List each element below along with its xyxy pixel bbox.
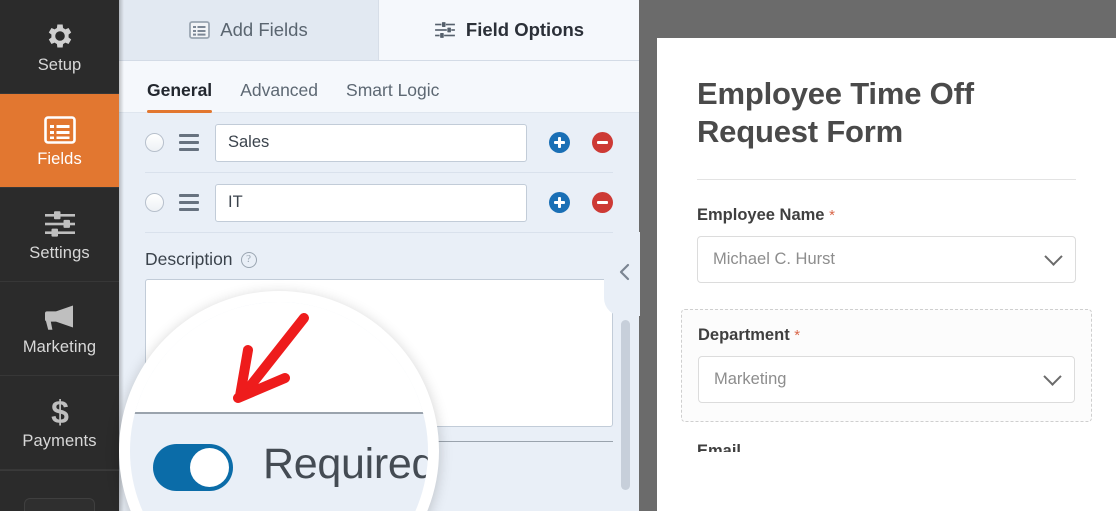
field-label: Department *	[698, 326, 1075, 345]
description-label: Description	[145, 249, 233, 269]
magnified-required-toggle[interactable]	[153, 444, 233, 491]
magnified-required-label: Required	[263, 440, 436, 488]
chevron-down-icon	[1044, 247, 1063, 267]
field-label: Employee Name *	[697, 206, 1076, 225]
magnified-description-box	[130, 302, 428, 414]
choice-row	[145, 113, 613, 173]
subtab-smart-logic[interactable]: Smart Logic	[346, 80, 439, 112]
sidebar-footer-button[interactable]	[24, 498, 95, 511]
subtab-general[interactable]: General	[147, 80, 213, 113]
magnifier-loupe: Required	[119, 291, 439, 511]
drag-handle-icon[interactable]	[179, 194, 199, 211]
required-star: *	[829, 207, 835, 225]
sidebar-item-settings[interactable]: Settings	[0, 188, 119, 282]
preview-field-employee-name: Employee Name * Michael C. Hurst	[697, 206, 1076, 284]
magnifier-content: Required	[130, 302, 428, 511]
subtab-advanced[interactable]: Advanced	[240, 80, 318, 112]
form-preview-card: Employee Time Off Request Form Employee …	[657, 38, 1116, 511]
gear-icon	[44, 19, 76, 53]
sidebar-item-label: Payments	[22, 432, 97, 451]
add-choice-button[interactable]	[549, 132, 570, 153]
sidebar-item-payments[interactable]: $ Payments	[0, 376, 119, 470]
dropdown-value: Michael C. Hurst	[713, 250, 835, 269]
tab-field-options[interactable]: Field Options	[379, 0, 639, 60]
sidebar-item-label: Setup	[37, 56, 82, 75]
sidebar-item-label: Marketing	[22, 338, 97, 357]
department-dropdown[interactable]: Marketing	[698, 356, 1075, 404]
sub-tab-bar: General Advanced Smart Logic	[119, 61, 639, 113]
sliders-icon	[43, 207, 77, 241]
field-label-text: Employee Name	[697, 206, 825, 225]
main-sidebar: Setup Fields Settings Marketing $ Paymen…	[0, 0, 124, 511]
toggle-knob	[190, 448, 229, 487]
choice-row	[145, 173, 613, 233]
sidebar-item-label: Settings	[29, 244, 90, 263]
question-mark-icon[interactable]: ?	[240, 251, 257, 268]
screenshot-root: Setup Fields Settings Marketing $ Paymen…	[0, 0, 1116, 511]
drag-handle-icon[interactable]	[179, 134, 199, 151]
add-choice-button[interactable]	[549, 192, 570, 213]
sidebar-item-marketing[interactable]: Marketing	[0, 282, 119, 376]
preview-next-field-partial: Email	[697, 442, 742, 453]
preview-field-department[interactable]: Department * Marketing	[681, 309, 1092, 423]
sidebar-footer-partial	[0, 470, 119, 511]
sliders-icon	[434, 21, 456, 39]
tab-label: Field Options	[465, 19, 585, 40]
chevron-down-icon	[1043, 367, 1062, 387]
choice-radio[interactable]	[145, 133, 164, 152]
dropdown-value: Marketing	[714, 370, 787, 389]
choice-label-input[interactable]	[215, 183, 527, 222]
chevron-left-icon	[618, 262, 632, 287]
megaphone-icon	[43, 301, 77, 335]
remove-choice-button[interactable]	[592, 132, 613, 153]
description-label-row: Description ?	[145, 249, 613, 270]
sidebar-item-fields[interactable]: Fields	[0, 94, 119, 188]
field-label-text: Department	[698, 326, 790, 345]
svg-text:$: $	[51, 395, 69, 429]
dollar-icon: $	[47, 395, 73, 429]
collapse-panel-button[interactable]	[610, 248, 640, 300]
employee-name-dropdown[interactable]: Michael C. Hurst	[697, 236, 1076, 284]
tab-label: Add Fields	[220, 19, 308, 40]
panel-tab-bar: Add Fields Field Options	[119, 0, 639, 61]
required-star: *	[794, 327, 801, 345]
choice-label-input[interactable]	[215, 123, 527, 162]
list-form-icon	[43, 113, 76, 147]
choice-radio[interactable]	[145, 193, 164, 212]
sidebar-item-setup[interactable]: Setup	[0, 0, 119, 94]
sidebar-item-label: Fields	[37, 150, 82, 169]
remove-choice-button[interactable]	[592, 192, 613, 213]
form-title: Employee Time Off Request Form	[697, 76, 974, 150]
panel-scrollbar[interactable]	[621, 320, 630, 490]
form-list-icon	[189, 21, 211, 39]
tab-add-fields[interactable]: Add Fields	[119, 0, 379, 60]
title-divider	[697, 179, 1076, 181]
